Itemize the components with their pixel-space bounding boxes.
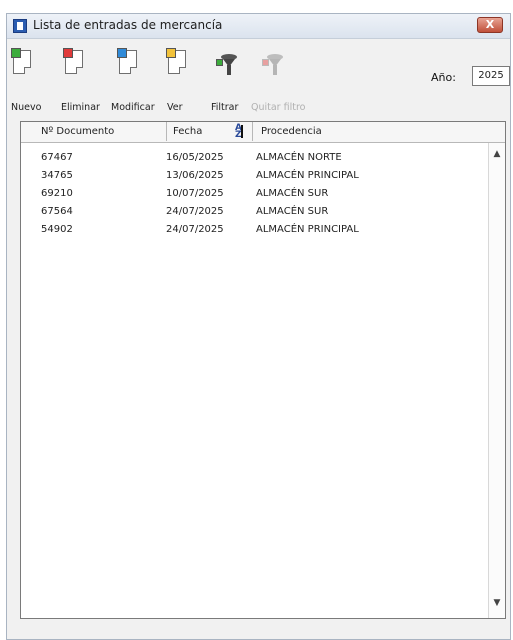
cell-documento: 69210: [41, 188, 73, 199]
delete-document-icon: [63, 48, 83, 74]
remove-filter-icon: [262, 54, 285, 76]
modificar-label: Modificar: [111, 102, 155, 113]
chevron-down-icon[interactable]: ▼: [492, 598, 502, 608]
year-label: Año:: [431, 71, 456, 84]
cell-documento: 34765: [41, 170, 73, 181]
eliminar-label: Eliminar: [61, 102, 100, 113]
cell-documento: 67467: [41, 152, 73, 163]
table-header: Nº Documento Fecha A Z Procedencia: [21, 122, 505, 143]
sort-az-icon[interactable]: A Z: [235, 124, 247, 140]
filtrar-label: Filtrar: [211, 102, 239, 113]
nuevo-button[interactable]: Nuevo: [11, 42, 41, 114]
quitar-filtro-label: Quitar filtro: [251, 102, 306, 113]
ver-button[interactable]: Ver: [164, 42, 190, 114]
column-header-procedencia[interactable]: Procedencia: [253, 122, 505, 141]
entries-table: Nº Documento Fecha A Z Procedencia 67467…: [20, 121, 506, 619]
cell-fecha: 24/07/2025: [166, 206, 224, 217]
column-header-fecha-label: Fecha: [173, 126, 203, 137]
cell-procedencia: ALMACÉN PRINCIPAL: [256, 224, 359, 235]
table-row[interactable]: 54902 24/07/2025 ALMACÉN PRINCIPAL: [21, 222, 487, 237]
table-row[interactable]: 34765 13/06/2025 ALMACÉN PRINCIPAL: [21, 168, 487, 183]
new-document-icon: [11, 48, 31, 74]
cell-documento: 54902: [41, 224, 73, 235]
cell-fecha: 10/07/2025: [166, 188, 224, 199]
column-header-documento[interactable]: Nº Documento: [21, 122, 167, 141]
window-title: Lista de entradas de mercancía: [33, 18, 223, 32]
ver-label: Ver: [167, 102, 183, 113]
quitar-filtro-button[interactable]: Quitar filtro: [251, 42, 311, 114]
title-bar: Lista de entradas de mercancía X: [7, 14, 510, 39]
year-field[interactable]: 2025: [472, 66, 510, 86]
cell-fecha: 24/07/2025: [166, 224, 224, 235]
nuevo-label: Nuevo: [11, 102, 42, 113]
app-icon: [13, 19, 27, 33]
edit-document-icon: [117, 48, 137, 74]
cell-procedencia: ALMACÉN PRINCIPAL: [256, 170, 359, 181]
view-document-icon: [166, 48, 186, 74]
modificar-button[interactable]: Modificar: [111, 42, 163, 114]
cell-documento: 67564: [41, 206, 73, 217]
filter-icon: [216, 54, 239, 76]
table-row[interactable]: 67467 16/05/2025 ALMACÉN NORTE: [21, 150, 487, 165]
window: Lista de entradas de mercancía X Nuevo E…: [6, 13, 511, 640]
cell-procedencia: ALMACÉN SUR: [256, 206, 329, 217]
table-row[interactable]: 69210 10/07/2025 ALMACÉN SUR: [21, 186, 487, 201]
filtrar-button[interactable]: Filtrar: [211, 42, 247, 114]
table-row[interactable]: 67564 24/07/2025 ALMACÉN SUR: [21, 204, 487, 219]
cell-procedencia: ALMACÉN SUR: [256, 188, 329, 199]
vertical-scrollbar[interactable]: ▲ ▼: [488, 143, 505, 618]
cell-fecha: 13/06/2025: [166, 170, 224, 181]
chevron-up-icon[interactable]: ▲: [492, 149, 502, 159]
cell-procedencia: ALMACÉN NORTE: [256, 152, 342, 163]
close-button[interactable]: X: [477, 17, 503, 33]
eliminar-button[interactable]: Eliminar: [61, 42, 103, 114]
cell-fecha: 16/05/2025: [166, 152, 224, 163]
